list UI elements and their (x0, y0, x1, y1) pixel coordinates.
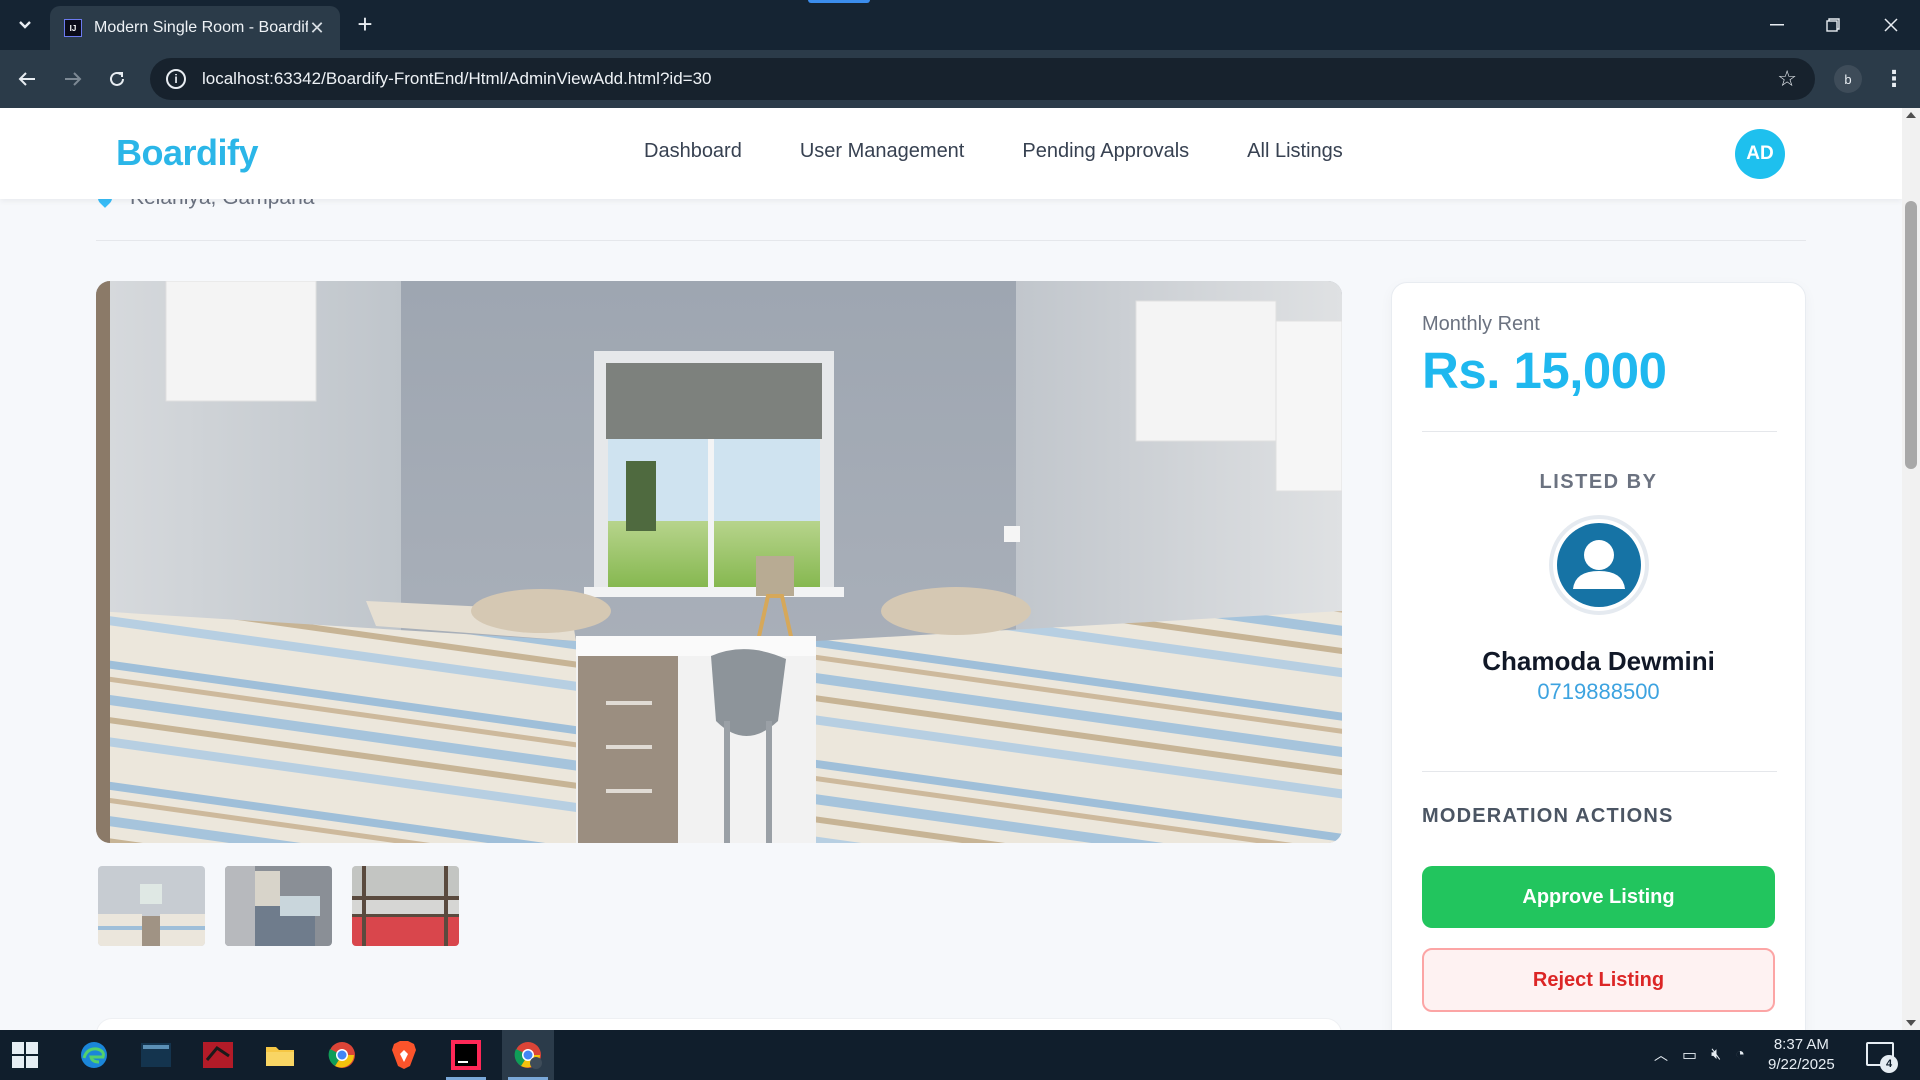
brand-logo[interactable]: Boardify (116, 132, 259, 174)
restore-icon (1826, 18, 1840, 32)
approve-listing-button[interactable]: Approve Listing (1422, 866, 1775, 928)
tab-title: Modern Single Room - Boardify (94, 19, 308, 36)
taskbar-app-red[interactable] (192, 1030, 244, 1080)
taskbar-chrome-profile[interactable] (502, 1030, 554, 1080)
moderation-actions-title: MODERATION ACTIONS (1422, 805, 1674, 827)
close-window-button[interactable] (1868, 8, 1914, 42)
rent-label: Monthly Rent (1422, 313, 1540, 335)
card-divider (1422, 431, 1777, 432)
intellij-icon (451, 1040, 481, 1070)
chrome-profile-icon (514, 1042, 542, 1069)
system-tray: ︿ ▭ 🔇︎ ◔ (1654, 1030, 1745, 1080)
new-tab-button[interactable]: + (350, 10, 380, 40)
nav-link-pending-approvals[interactable]: Pending Approvals (1022, 140, 1189, 163)
header-divider (96, 240, 1806, 241)
browser-toolbar: i localhost:63342/Boardify-FrontEnd/Html… (0, 50, 1920, 108)
chrome-icon (328, 1042, 355, 1068)
close-tab-icon[interactable]: ✕ (308, 18, 326, 39)
owner-avatar (1549, 515, 1649, 615)
site-info-icon[interactable]: i (166, 69, 186, 89)
browser-tab-active[interactable]: IJ Modern Single Room - Boardify ✕ (50, 6, 340, 50)
reject-listing-button[interactable]: Reject Listing (1422, 948, 1775, 1012)
main-listing-photo[interactable] (96, 281, 1342, 843)
restore-window-button[interactable] (1810, 8, 1856, 42)
page-viewport: Kelaniya, Gampaha Boardify Dashboard Use… (0, 108, 1902, 1030)
owner-phone-link[interactable]: 0719888500 (1392, 679, 1805, 705)
nav-link-user-management[interactable]: User Management (800, 140, 965, 163)
admin-navbar: Boardify Dashboard User Management Pendi… (0, 108, 1902, 199)
user-icon (1557, 523, 1641, 607)
page-scrollbar[interactable] (1902, 108, 1920, 1030)
owner-name: Chamoda Dewmini (1482, 646, 1715, 676)
scroll-thumb[interactable] (1905, 201, 1917, 469)
clock-time: 8:37 AM (1773, 1036, 1829, 1053)
url-text[interactable]: localhost:63342/Boardify-FrontEnd/Html/A… (202, 69, 1777, 89)
reload-button[interactable] (100, 62, 134, 96)
reload-icon (110, 71, 124, 86)
taskbar-edge[interactable] (68, 1030, 120, 1080)
taskbar-intellij[interactable] (440, 1030, 492, 1080)
tab-loading-indicator (808, 0, 870, 3)
bookmark-star-icon[interactable]: ☆ (1777, 66, 1797, 92)
taskbar-mysql[interactable] (130, 1030, 182, 1080)
listed-by-label: LISTED BY (1539, 471, 1658, 493)
scroll-down-arrow-icon[interactable] (1906, 1020, 1916, 1026)
rent-value: Rs. 15,000 (1422, 342, 1667, 399)
photo-thumbnails (98, 866, 459, 946)
close-icon (1884, 18, 1898, 32)
address-bar[interactable]: i localhost:63342/Boardify-FrontEnd/Html… (150, 58, 1815, 100)
admin-avatar[interactable]: AD (1735, 129, 1785, 179)
nav-link-dashboard[interactable]: Dashboard (644, 140, 742, 163)
room-photo-image (96, 281, 1342, 843)
intellij-favicon-icon: IJ (64, 19, 82, 37)
speaker-muted-icon[interactable]: 🔇︎ (1711, 1046, 1721, 1064)
profile-avatar[interactable]: b (1834, 65, 1862, 93)
card-divider (1422, 771, 1777, 772)
windows-start-icon[interactable] (12, 1042, 38, 1068)
back-button[interactable] (10, 62, 44, 96)
taskbar-file-explorer[interactable] (254, 1030, 306, 1080)
battery-icon[interactable]: ▭ (1682, 1045, 1697, 1065)
scroll-up-arrow-icon[interactable] (1906, 112, 1916, 118)
minimize-window-button[interactable] (1754, 8, 1800, 42)
forward-button[interactable] (56, 62, 90, 96)
taskbar-clock[interactable]: 8:37 AM 9/22/2025 (1768, 1035, 1835, 1075)
clock-date: 9/22/2025 (1768, 1056, 1835, 1073)
edge-icon (81, 1042, 107, 1068)
chevron-up-icon[interactable]: ︿ (1654, 1045, 1668, 1065)
taskbar-chrome[interactable] (316, 1030, 368, 1080)
thumbnail-3[interactable] (352, 866, 459, 946)
thumbnail-1[interactable] (98, 866, 205, 946)
taskbar-brave[interactable] (378, 1030, 430, 1080)
thumbnail-image (98, 866, 205, 946)
folder-icon (266, 1047, 294, 1066)
chevron-down-icon (19, 21, 31, 29)
browser-tab-strip: IJ Modern Single Room - Boardify ✕ + (0, 0, 1920, 50)
thumbnail-2[interactable] (225, 866, 332, 946)
browser-menu-icon[interactable]: ⋮ (1880, 65, 1908, 93)
wifi-icon[interactable]: ◔ (1735, 1046, 1745, 1064)
app-icon (203, 1042, 233, 1068)
mysql-workbench-icon (141, 1043, 171, 1067)
arrow-left-icon (18, 72, 35, 86)
windows-taskbar: ︿ ▭ 🔇︎ ◔ 8:37 AM 9/22/2025 4 (0, 1030, 1920, 1080)
listing-sidebar-card: Monthly Rent Rs. 15,000 LISTED BY Chamod… (1391, 282, 1806, 1030)
details-card-top (96, 1018, 1342, 1030)
notification-count-badge: 4 (1880, 1055, 1898, 1073)
nav-links: Dashboard User Management Pending Approv… (644, 140, 1343, 163)
thumbnail-image (352, 866, 459, 946)
tab-search-button[interactable] (8, 8, 42, 42)
brave-icon (392, 1041, 416, 1069)
arrow-right-icon (65, 72, 82, 86)
nav-link-all-listings[interactable]: All Listings (1247, 140, 1343, 163)
minimize-icon (1770, 24, 1784, 26)
thumbnail-image (225, 866, 332, 946)
